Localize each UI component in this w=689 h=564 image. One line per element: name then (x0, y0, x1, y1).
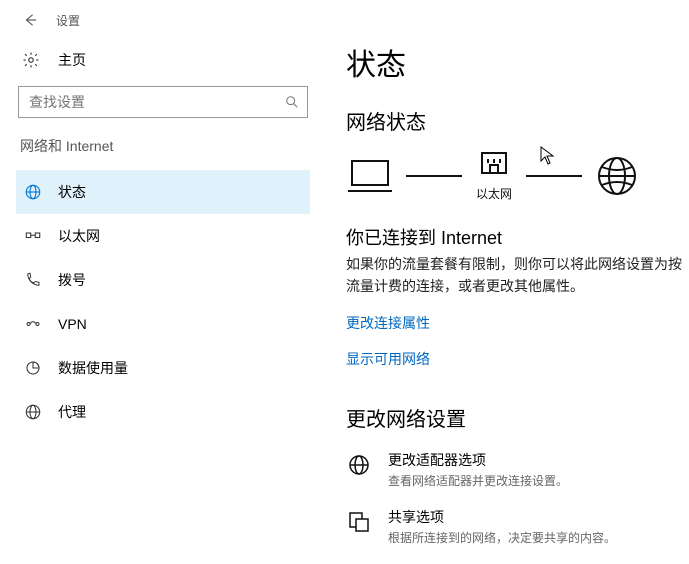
option-title: 更改适配器选项 (388, 450, 568, 470)
option-adapter-settings[interactable]: 更改适配器选项 查看网络适配器并更改连接设置。 (346, 450, 685, 489)
network-status-heading: 网络状态 (346, 106, 685, 135)
nav-label: 状态 (58, 182, 86, 202)
search-box[interactable] (18, 86, 308, 118)
sidebar: 主页 网络和 Internet 状态 以太网 拨号 VPN (0, 40, 310, 434)
option-title: 共享选项 (388, 507, 616, 527)
nav-label: 数据使用量 (58, 358, 128, 378)
search-icon (285, 95, 299, 109)
search-input[interactable] (29, 94, 285, 110)
vpn-icon (22, 313, 44, 335)
globe-icon (22, 181, 44, 203)
phone-icon (22, 269, 44, 291)
nav-item-data-usage[interactable]: 数据使用量 (16, 346, 310, 390)
home-button[interactable]: 主页 (16, 40, 310, 82)
nav-item-vpn[interactable]: VPN (16, 302, 310, 346)
change-connection-properties-link[interactable]: 更改连接属性 (346, 313, 430, 333)
option-sharing-settings[interactable]: 共享选项 根据所连接到的网络，决定要共享的内容。 (346, 507, 685, 546)
back-button[interactable] (22, 12, 38, 28)
adapter-options-icon (346, 452, 372, 478)
network-diagram: 以太网 (348, 149, 685, 202)
nav-label: 拨号 (58, 270, 86, 290)
home-label: 主页 (58, 50, 86, 70)
nav-item-ethernet[interactable]: 以太网 (16, 214, 310, 258)
ethernet-device-icon: 以太网 (476, 149, 512, 202)
ethernet-icon (22, 225, 44, 247)
nav-label: VPN (58, 316, 87, 332)
option-desc: 根据所连接到的网络，决定要共享的内容。 (388, 529, 616, 546)
nav-item-dialup[interactable]: 拨号 (16, 258, 310, 302)
nav-item-proxy[interactable]: 代理 (16, 390, 310, 434)
connection-line (526, 175, 582, 177)
sidebar-section-header: 网络和 Internet (20, 136, 310, 156)
nav-label: 以太网 (58, 226, 100, 246)
option-desc: 查看网络适配器并更改连接设置。 (388, 472, 568, 489)
gear-icon (22, 51, 44, 69)
change-network-settings-heading: 更改网络设置 (346, 403, 685, 432)
connected-heading: 你已连接到 Internet (346, 224, 685, 250)
nav-item-status[interactable]: 状态 (16, 170, 310, 214)
proxy-icon (22, 401, 44, 423)
page-title: 状态 (346, 40, 685, 84)
main-content: 状态 网络状态 以太网 你已连接到 Internet 如果你的流量套餐有限制，则… (346, 40, 689, 564)
connected-description: 如果你的流量套餐有限制，则你可以将此网络设置为按流量计费的连接，或者更改其他属性… (346, 254, 685, 297)
show-available-networks-link[interactable]: 显示可用网络 (346, 349, 430, 369)
ethernet-caption: 以太网 (476, 185, 512, 202)
pc-icon (348, 157, 392, 195)
sharing-options-icon (346, 509, 372, 535)
header-title: 设置 (56, 12, 80, 29)
data-usage-icon (22, 357, 44, 379)
nav-label: 代理 (58, 402, 86, 422)
connection-line (406, 175, 462, 177)
internet-globe-icon (596, 155, 638, 197)
